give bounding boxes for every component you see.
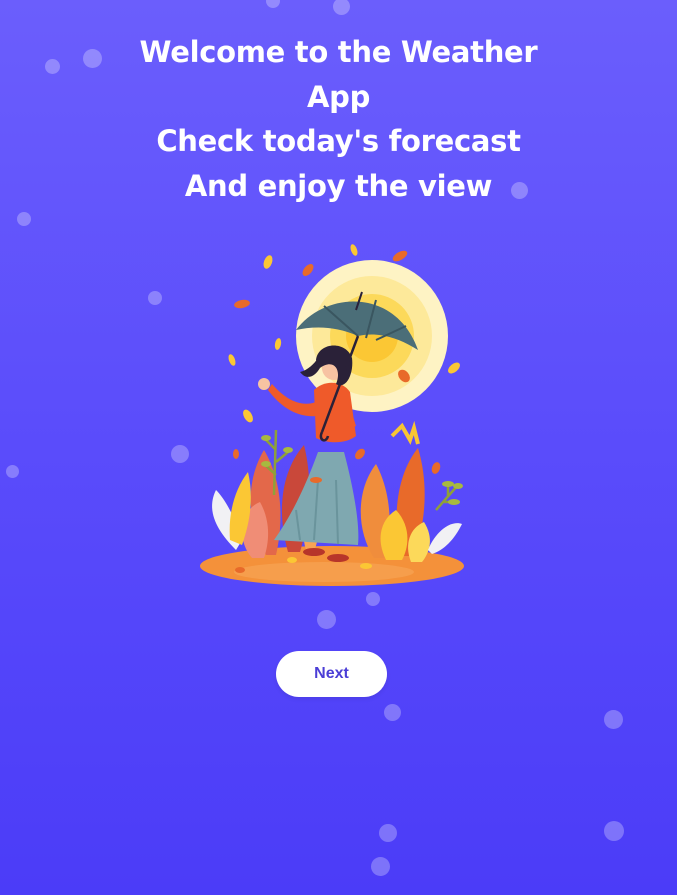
welcome-line: And enjoy the view bbox=[184, 168, 493, 203]
welcome-line: Welcome to the Weather bbox=[139, 35, 538, 69]
bubble-decoration bbox=[384, 704, 401, 721]
woman-with-umbrella-illustration bbox=[200, 244, 464, 586]
welcome-line: App bbox=[306, 79, 371, 114]
bubble-decoration bbox=[6, 465, 19, 478]
bubble-decoration bbox=[379, 824, 397, 842]
bubble-decoration bbox=[266, 0, 280, 8]
welcome-heading: Welcome to the Weather App Check today's… bbox=[0, 30, 677, 208]
bubble-decoration bbox=[317, 610, 336, 629]
bubble-decoration bbox=[604, 821, 624, 841]
bubble-decoration bbox=[148, 291, 162, 305]
bubble-decoration bbox=[17, 212, 31, 226]
bubble-decoration bbox=[366, 592, 380, 606]
welcome-line: Check today's forecast bbox=[156, 124, 521, 158]
bubble-decoration bbox=[333, 0, 350, 15]
bubble-decoration bbox=[604, 710, 623, 729]
next-button[interactable]: Next bbox=[276, 651, 387, 697]
bubble-decoration bbox=[371, 857, 390, 876]
bubble-decoration bbox=[171, 445, 189, 463]
